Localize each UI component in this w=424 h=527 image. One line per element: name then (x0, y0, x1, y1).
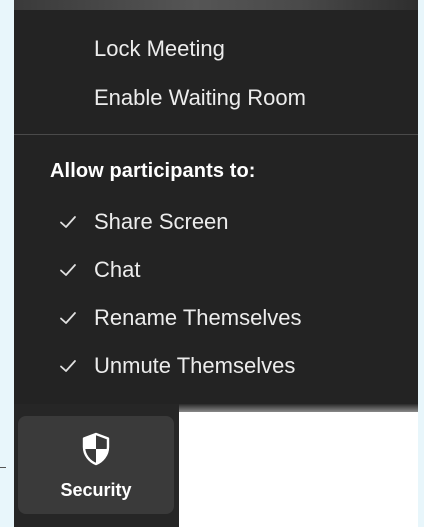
menu-item-label: Enable Waiting Room (94, 85, 306, 110)
security-menu: Lock Meeting Enable Waiting Room Allow p… (14, 10, 418, 404)
menu-item-chat[interactable]: Chat (14, 246, 418, 294)
menu-item-label: Unmute Themselves (94, 353, 296, 378)
checkmark-icon (58, 308, 78, 328)
menu-item-label: Lock Meeting (94, 36, 225, 61)
menu-item-lock-meeting[interactable]: Lock Meeting (14, 25, 418, 73)
edge-tick (0, 467, 6, 468)
video-background-strip (14, 0, 418, 10)
checkmark-icon (58, 356, 78, 376)
checkmark-icon (58, 212, 78, 232)
security-button-label: Security (60, 480, 132, 500)
menu-divider (14, 134, 418, 135)
menu-item-enable-waiting-room[interactable]: Enable Waiting Room (14, 74, 418, 122)
menu-item-label: Share Screen (94, 209, 229, 234)
security-button[interactable]: Security (18, 416, 174, 514)
section-header-allow-participants: Allow participants to: (50, 160, 256, 182)
checkmark-icon (58, 260, 78, 280)
menu-item-unmute-themselves[interactable]: Unmute Themselves (14, 342, 418, 390)
shield-icon (81, 432, 111, 466)
menu-item-share-screen[interactable]: Share Screen (14, 198, 418, 246)
menu-item-label: Rename Themselves (94, 305, 302, 330)
menu-item-rename-themselves[interactable]: Rename Themselves (14, 294, 418, 342)
menu-item-label: Chat (94, 257, 141, 282)
